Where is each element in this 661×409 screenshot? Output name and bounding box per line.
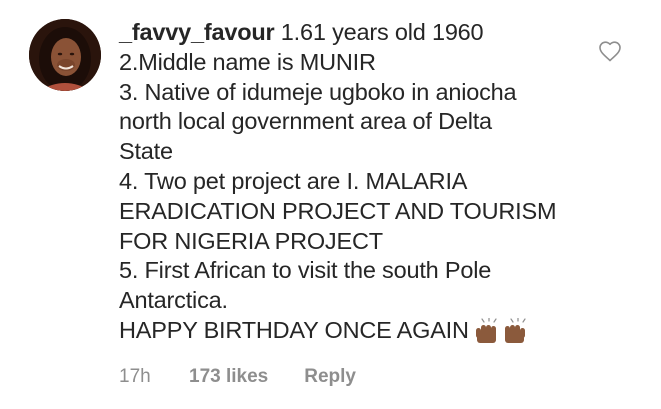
comment-last-line: HAPPY BIRTHDAY ONCE AGAIN: [119, 316, 589, 352]
raising-hands-emoji: [475, 317, 533, 352]
comment-text-line: 5. First African to visit the south Pole: [119, 257, 492, 284]
comment-text-line: 2.Middle name is MUNIR: [119, 48, 376, 75]
like-button[interactable]: [598, 40, 622, 62]
comment-text-line: Antarctica.: [119, 287, 228, 314]
comment-text-line: FOR NIGERIA PROJECT: [119, 227, 383, 254]
comment-text-line: ERADICATION PROJECT AND TOURISM: [119, 197, 557, 224]
comment-text-line: north local government area of Delta: [119, 108, 492, 135]
reply-button[interactable]: Reply: [304, 366, 356, 388]
likes-count[interactable]: 173 likes: [189, 366, 268, 388]
comment-body: _favvy_favour 1.61 years old 1960 2.Midd…: [119, 18, 589, 352]
comment-item: _favvy_favour 1.61 years old 1960 2.Midd…: [0, 0, 661, 409]
comment-text-line: HAPPY BIRTHDAY ONCE AGAIN: [119, 316, 469, 343]
comment-timestamp: 17h: [119, 366, 151, 387]
comment-text-line: 1.61 years old 1960: [274, 19, 484, 45]
avatar-photo: [29, 19, 101, 91]
raising-hands-icon: [475, 317, 526, 343]
comment-meta: 17h 173 likes Reply: [119, 366, 356, 388]
comment-text-line: 3. Native of idumeje ugboko in aniocha: [119, 78, 517, 105]
comment-text-line: State: [119, 138, 173, 165]
comment-username[interactable]: _favvy_favour: [119, 19, 275, 45]
heart-outline-icon: [599, 41, 621, 62]
comment-text-line: 4. Two pet project are I. MALARIA: [119, 167, 468, 194]
avatar[interactable]: [29, 19, 101, 91]
